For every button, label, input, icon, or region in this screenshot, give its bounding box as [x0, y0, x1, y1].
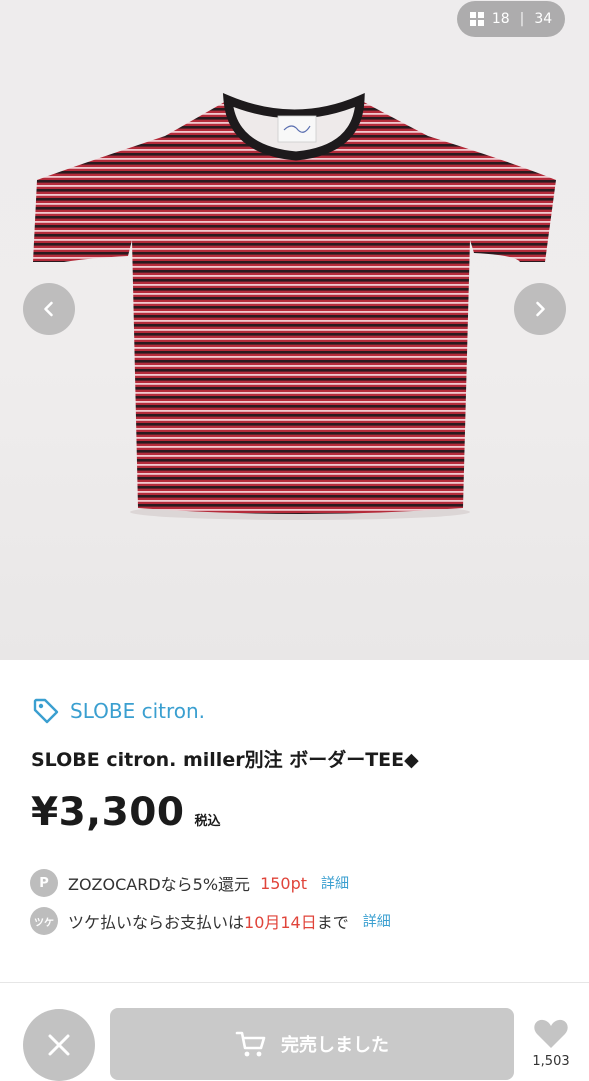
tsuke-badge-icon: ツケ — [30, 907, 58, 935]
chevron-right-icon — [536, 301, 545, 317]
zozocard-points-row: P ZOZOCARDなら5%還元 150pt 詳細 — [30, 869, 349, 897]
like-count: 1,503 — [532, 1054, 570, 1069]
product-title: SLOBE citron. miller別注 ボーダーTEE◆ — [31, 749, 419, 771]
product-image-carousel[interactable]: 18 | 34 — [0, 0, 589, 660]
image-current: 18 — [491, 11, 510, 27]
cart-icon — [235, 1031, 266, 1057]
tax-label: 税込 — [194, 814, 221, 829]
tsuke-detail-link[interactable]: 詳細 — [363, 911, 391, 931]
points-detail-link[interactable]: 詳細 — [321, 873, 349, 893]
grid-icon — [469, 12, 484, 26]
next-image-button[interactable] — [514, 283, 566, 335]
divider — [0, 982, 589, 983]
brand-link[interactable]: SLOBE citron. — [32, 696, 205, 726]
sold-out-button[interactable]: 完売しました — [110, 1008, 514, 1080]
tsuke-payment-row: ツケ ツケ払いならお支払いは 10月14日 まで 詳細 — [30, 907, 391, 935]
image-counter-separator: | — [519, 11, 525, 27]
price-block: ¥3,300 税込 — [31, 790, 221, 835]
image-counter[interactable]: 18 | 34 — [457, 1, 565, 37]
close-button[interactable] — [23, 1009, 95, 1081]
chevron-left-icon — [44, 301, 53, 317]
tag-icon — [33, 698, 59, 724]
tsuke-text-before: ツケ払いならお支払いは — [68, 913, 245, 932]
sold-out-label: 完売しました — [281, 1035, 389, 1056]
heart-icon — [534, 1019, 568, 1048]
like-button[interactable]: 1,503 — [528, 1018, 574, 1080]
image-total: 34 — [534, 11, 553, 27]
tsuke-text-after: まで — [316, 913, 349, 932]
previous-image-button[interactable] — [23, 283, 75, 335]
product-price: ¥3,300 — [31, 790, 185, 835]
brand-name: SLOBE citron. — [70, 699, 206, 723]
close-icon — [48, 1034, 70, 1056]
product-photo — [33, 93, 556, 520]
points-badge-icon: P — [30, 869, 58, 897]
points-amount: 150pt — [260, 873, 308, 893]
tsuke-due-date: 10月14日 — [244, 913, 317, 932]
points-text: ZOZOCARDなら5%還元 — [68, 875, 251, 894]
